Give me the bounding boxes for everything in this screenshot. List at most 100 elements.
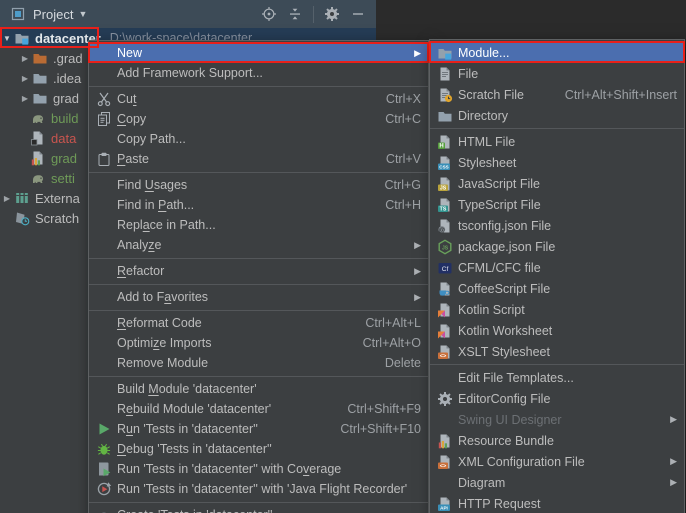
menu-item-run-tests-in-datacenter[interactable]: Run 'Tests in 'datacenter''Ctrl+Shift+F1… (89, 419, 428, 439)
menu-item-label: CFML/CFC file (458, 261, 541, 275)
menu-item-paste[interactable]: PasteCtrl+V (89, 149, 428, 169)
menu-item-html-file[interactable]: HHTML File (430, 131, 684, 152)
menu-item-cfml-cfc-file[interactable]: CfCFML/CFC file (430, 257, 684, 278)
menu-item-find-usages[interactable]: Find UsagesCtrl+G (89, 175, 428, 195)
menu-item-package-json-file[interactable]: JSpackage.json File (430, 236, 684, 257)
locate-icon[interactable] (261, 6, 277, 22)
menu-item-copy[interactable]: CopyCtrl+C (89, 109, 428, 129)
menu-separator (430, 364, 684, 365)
menu-item-editorconfig-file[interactable]: EditorConfig File (430, 388, 684, 409)
menu-item-typescript-file[interactable]: TSTypeScript File (430, 194, 684, 215)
menu-item-tsconfig-json-file[interactable]: @tsconfig.json File (430, 215, 684, 236)
menu-item-directory[interactable]: Directory (430, 105, 684, 126)
menu-item-http-request[interactable]: API HTTP Request (430, 493, 684, 513)
kotlin-icon (437, 302, 454, 318)
no-icon (96, 177, 113, 193)
menu-item-remove-module[interactable]: Remove ModuleDelete (89, 353, 428, 373)
menu-item-coffeescript-file[interactable]: CoffeeScript File (430, 278, 684, 299)
menu-item-kotlin-script[interactable]: Kotlin Script (430, 299, 684, 320)
menu-separator (89, 502, 428, 503)
kotlin-icon (437, 323, 454, 339)
menu-item-label: Analyze (117, 238, 161, 252)
project-tool-window-icon (10, 6, 26, 22)
expand-arrow-icon[interactable]: ▼ (0, 34, 14, 43)
module-icon (437, 45, 454, 61)
menu-item-label: Rebuild Module 'datacenter' (117, 402, 271, 416)
menu-item-stylesheet[interactable]: CSSStylesheet (430, 152, 684, 173)
expand-arrow-icon[interactable]: ▶ (18, 54, 32, 63)
menu-item-right: ▶ (399, 240, 421, 251)
menu-item-xslt-stylesheet[interactable]: <>XSLT Stylesheet (430, 341, 684, 362)
menu-item-add-framework-support[interactable]: Add Framework Support... (89, 63, 428, 83)
svg-text:<>: <> (440, 353, 447, 359)
menu-item-file[interactable]: File (430, 63, 684, 84)
toolwindow-title: Project (33, 7, 73, 22)
menu-item-cut[interactable]: CutCtrl+X (89, 89, 428, 109)
folder-icon (32, 70, 49, 86)
menu-item-resource-bundle[interactable]: Resource Bundle (430, 430, 684, 451)
hide-icon[interactable] (350, 6, 366, 22)
no-icon (437, 370, 454, 386)
menu-item-right: Ctrl+G (371, 178, 421, 192)
svg-text:JS: JS (442, 245, 449, 251)
tree-item-label: grad (51, 151, 77, 166)
menu-item-diagram[interactable]: Diagram ▶ (430, 472, 684, 493)
menu-item-edit-file-templates[interactable]: Edit File Templates... (430, 367, 684, 388)
chevron-down-icon[interactable]: ▼ (78, 9, 87, 19)
submenu-arrow-icon: ▶ (669, 456, 677, 467)
menu-item-label: Diagram (458, 476, 505, 490)
scratches-icon (14, 210, 31, 226)
menu-item-add-to-favorites[interactable]: Add to Favorites▶ (89, 287, 428, 307)
coffee-icon (437, 281, 454, 297)
menu-item-right: ▶ (655, 414, 677, 425)
no-icon (96, 131, 113, 147)
submenu-arrow-icon: ▶ (669, 414, 677, 425)
copy-icon (96, 111, 113, 127)
menu-item-rebuild-module-datacenter[interactable]: Rebuild Module 'datacenter'Ctrl+Shift+F9 (89, 399, 428, 419)
menu-item-replace-in-path[interactable]: Replace in Path... (89, 215, 428, 235)
no-icon (96, 45, 113, 61)
menu-item-right: Ctrl+Alt+Shift+Insert (551, 88, 677, 102)
menu-item-module[interactable]: Module... (430, 42, 684, 63)
no-icon (437, 475, 454, 491)
submenu-arrow-icon: ▶ (669, 477, 677, 488)
gear-icon[interactable] (324, 6, 340, 22)
expand-arrow-icon[interactable]: ▶ (18, 74, 32, 83)
menu-item-kotlin-worksheet[interactable]: Kotlin Worksheet (430, 320, 684, 341)
menu-item-new[interactable]: New▶ (89, 43, 428, 63)
menu-item-reformat-code[interactable]: Reformat CodeCtrl+Alt+L (89, 313, 428, 333)
menu-shortcut: Ctrl+Alt+L (365, 316, 421, 330)
menu-item-run-tests-in-datacenter-with-java-flight[interactable]: Run 'Tests in 'datacenter'' with 'Java F… (89, 479, 428, 499)
menu-item-label: Scratch File (458, 88, 524, 102)
menu-item-javascript-file[interactable]: JSJavaScript File (430, 173, 684, 194)
submenu-arrow-icon: ▶ (413, 48, 421, 59)
collapse-all-icon[interactable] (287, 6, 303, 22)
menu-shortcut: Ctrl+Alt+Shift+Insert (565, 88, 677, 102)
menu-item-copy-path[interactable]: Copy Path... (89, 129, 428, 149)
menu-item-debug-tests-in-datacenter[interactable]: Debug 'Tests in 'datacenter'' (89, 439, 428, 459)
menu-item-optimize-imports[interactable]: Optimize ImportsCtrl+Alt+O (89, 333, 428, 353)
menu-shortcut: Ctrl+Shift+F10 (340, 422, 421, 436)
menu-item-label: Paste (117, 152, 149, 166)
menu-item-scratch-file[interactable]: Scratch File Ctrl+Alt+Shift+Insert (430, 84, 684, 105)
expand-arrow-icon[interactable]: ▶ (18, 94, 32, 103)
menu-item-build-module-datacenter[interactable]: Build Module 'datacenter' (89, 379, 428, 399)
api-icon: API (437, 496, 454, 512)
submenu-arrow-icon: ▶ (413, 292, 421, 303)
tree-item-label: grad (53, 91, 79, 106)
menu-item-analyze[interactable]: Analyze ▶ (89, 235, 428, 255)
project-toolwindow-header: Project ▼ (0, 0, 376, 28)
menu-item-right: Ctrl+H (371, 198, 421, 212)
expand-arrow-icon[interactable]: ▶ (0, 194, 14, 203)
menu-item-label: HTTP Request (458, 497, 540, 511)
menu-item-run-tests-in-datacenter-with-coverage[interactable]: Run 'Tests in 'datacenter'' with Coverag… (89, 459, 428, 479)
js-icon: JS (437, 176, 454, 192)
menu-item-refactor[interactable]: Refactor▶ (89, 261, 428, 281)
tree-item-label: setti (51, 171, 75, 186)
menu-item-right: Ctrl+Alt+O (349, 336, 421, 350)
menu-item-create-tests-in-datacenter[interactable]: Create 'Tests in 'datacenter''... (89, 505, 428, 513)
menu-item-label: XML Configuration File (458, 455, 585, 469)
menu-item-find-in-path[interactable]: Find in Path...Ctrl+H (89, 195, 428, 215)
svg-text:<>: <> (440, 463, 447, 469)
menu-item-xml-configuration-file[interactable]: <> XML Configuration File ▶ (430, 451, 684, 472)
